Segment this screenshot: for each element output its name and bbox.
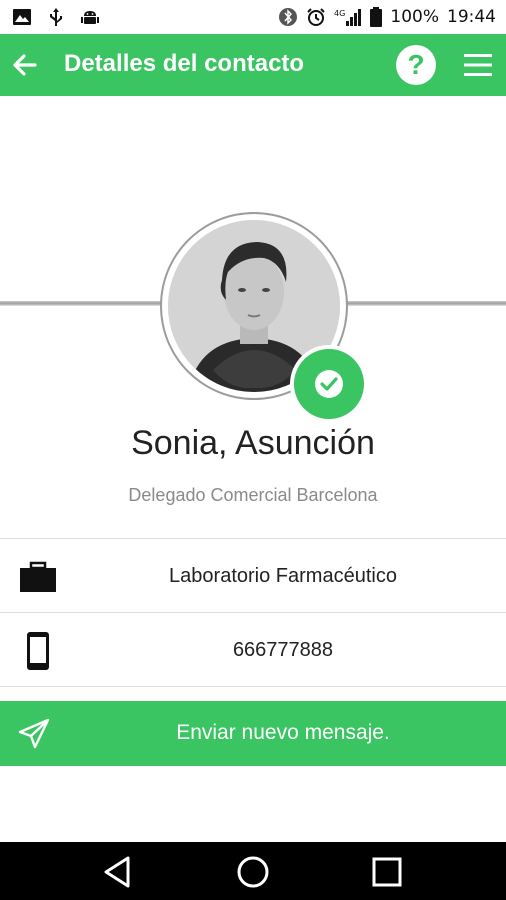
app-bar: Detalles del contacto ?	[0, 34, 506, 96]
smartphone-icon	[27, 632, 49, 670]
phone-row[interactable]: 666777888	[0, 612, 506, 687]
bluetooth-icon	[279, 8, 298, 26]
phone-number[interactable]: 666777888	[60, 639, 506, 662]
status-bar-notifications	[12, 7, 100, 27]
help-button[interactable]: ?	[396, 45, 436, 85]
circle-home-icon[interactable]	[235, 854, 271, 890]
contact-role: Delegado Comercial Barcelona	[128, 485, 378, 505]
contact-name: Sonia, Asunción	[131, 424, 375, 462]
help-icon: ?	[407, 49, 425, 80]
triangle-back-icon[interactable]	[100, 854, 136, 890]
briefcase-icon	[20, 561, 56, 592]
send-message-label: Enviar nuevo mensaje.	[176, 721, 390, 744]
rows-bottom-divider	[0, 686, 506, 687]
status-bar-system: 4G 100% 19:44	[278, 7, 496, 27]
signal-icon: 4G	[334, 9, 362, 26]
square-recents-icon[interactable]	[369, 854, 405, 890]
hamburger-menu-icon[interactable]	[462, 52, 494, 78]
company-label: Laboratorio Farmacéutico	[169, 565, 397, 587]
paper-plane-icon	[18, 718, 50, 749]
check-icon	[315, 370, 343, 398]
arrow-left-icon[interactable]	[8, 48, 42, 82]
send-message-button[interactable]: Enviar nuevo mensaje.	[0, 701, 506, 766]
usb-icon	[50, 8, 62, 26]
verified-badge	[294, 349, 364, 419]
android-debug-icon	[81, 11, 99, 24]
navigation-bar	[0, 842, 506, 900]
company-row: Laboratorio Farmacéutico	[0, 538, 506, 613]
battery-percent: 100%	[390, 7, 439, 27]
alarm-icon	[307, 8, 326, 26]
battery-icon	[370, 7, 383, 27]
gallery-icon	[13, 9, 31, 25]
network-type-label: 4G	[334, 9, 345, 18]
clock: 19:44	[447, 7, 496, 27]
status-bar: 4G 100% 19:44	[0, 0, 506, 34]
page-title: Detalles del contacto	[64, 50, 305, 77]
